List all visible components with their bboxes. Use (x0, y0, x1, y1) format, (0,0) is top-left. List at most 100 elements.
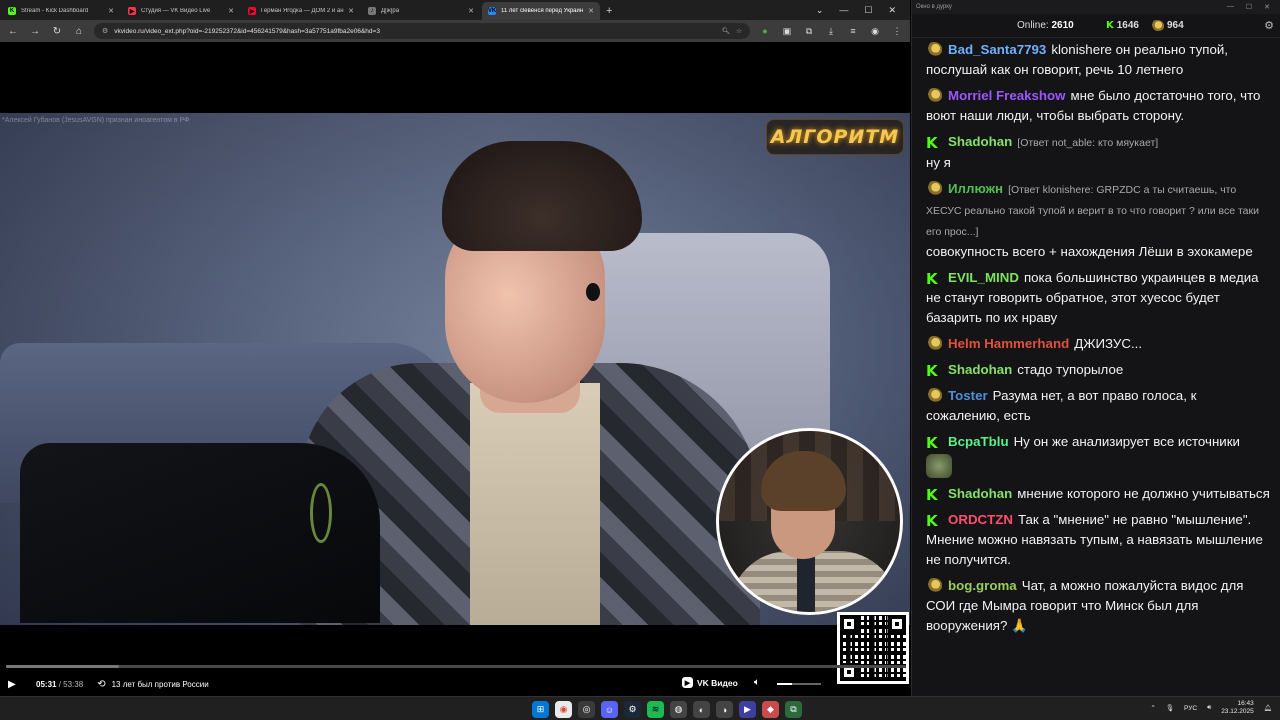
menu-kebab-icon[interactable]: ⋮ (890, 26, 904, 37)
microphone-icon[interactable]: 🎙︎ (1166, 704, 1174, 712)
chat-message: Toster Разума нет, а вот право голоса, к … (926, 386, 1271, 432)
rat-platform-icon (926, 578, 942, 592)
tab-search-icon[interactable]: ⌄ (816, 5, 824, 16)
browser-tab[interactable]: ▶ Студия — VK Видео Live ✕ (122, 2, 240, 20)
browser-tab[interactable]: VK 11 лет сleвeнся перед Украин ✕ (482, 2, 600, 20)
chat-username[interactable]: Иллюжн (948, 181, 1003, 196)
app-icon[interactable]: ▶ (739, 701, 756, 718)
chat-message: Иллюжн [Ответ klonishere: GRPZDC а ты счи… (926, 179, 1271, 268)
language-indicator[interactable]: РУС (1184, 705, 1197, 712)
maximize-button[interactable]: ☐ (864, 5, 872, 16)
chat-username[interactable]: bog.groma (948, 578, 1017, 593)
extension-badge-icon[interactable]: ▣ (780, 26, 794, 37)
seek-bar[interactable] (6, 665, 906, 668)
address-bar[interactable]: ⚙ vkvideo.ru/video_ext.php?oid=-21925237… (94, 23, 750, 39)
chrome-icon[interactable]: ◉ (555, 701, 572, 718)
chat-username[interactable]: Bad_Santa7793 (948, 42, 1046, 57)
app-icon[interactable]: ◐ (693, 701, 710, 718)
chat-titlebar: Окно в дурку — ☐ ✕ (912, 0, 1280, 14)
chat-username[interactable]: Toster (948, 388, 988, 403)
discord-icon[interactable]: ☺ (601, 701, 618, 718)
new-tab-button[interactable]: + (600, 5, 620, 20)
tab-title: 11 лет сleвeнся перед Украин (501, 8, 584, 14)
site-info-icon[interactable]: ⚙ (102, 27, 108, 35)
player-controls: ▶ 05:31 / 53:38 ⟲ 13 лет был против Росс… (0, 672, 910, 696)
app-icon[interactable]: ⧉ (785, 701, 802, 718)
rat-platform-icon (926, 88, 942, 102)
rat-count: 964 (1167, 20, 1184, 31)
tab-favicon-icon: VK (487, 7, 497, 15)
spotify-icon[interactable]: ≋ (647, 701, 664, 718)
chat-username[interactable]: BcpaTblu (948, 434, 1009, 449)
earbud (586, 283, 600, 301)
system-tray: ⌃ 🎙︎ РУС 🔊︎ 16:43 23.12.2025 🔔︎ (1150, 700, 1272, 716)
minimize-button[interactable]: — (839, 5, 848, 15)
reload-icon[interactable]: ↻ (50, 26, 64, 37)
steam-icon[interactable]: ⚙ (624, 701, 641, 718)
notification-bell-icon[interactable]: 🔔︎ (1264, 704, 1272, 712)
tab-close-icon[interactable]: ✕ (588, 7, 594, 15)
chat-message: Bad_Santa7793 klonishere он реально тупой… (926, 40, 1271, 86)
chat-message: Morriel Freakshow мне было достаточно тог… (926, 86, 1271, 132)
start-windows-icon[interactable]: ⊞ (532, 701, 549, 718)
download-icon[interactable]: ⤓ (824, 26, 838, 37)
url-text: vkvideo.ru/video_ext.php?oid=-219252372&… (114, 27, 380, 35)
minimize-button[interactable]: — (1227, 3, 1234, 11)
volume-slider[interactable] (777, 683, 821, 685)
forward-icon[interactable]: → (28, 26, 42, 37)
bookmark-star-icon[interactable]: ☆ (736, 27, 742, 35)
chat-message-text: стадо тупорылое (1017, 362, 1124, 377)
tab-favicon-icon: ▶ (248, 7, 256, 15)
browser-tab[interactable]: K Stream - Kick Dashboard ✕ (2, 2, 120, 20)
chat-message-text: ну я (926, 155, 951, 170)
extensions-puzzle-icon[interactable]: ⧉ (802, 26, 816, 37)
clock[interactable]: 16:43 23.12.2025 (1221, 700, 1254, 716)
duration: 53:38 (63, 679, 84, 689)
streamer-tshirt (470, 383, 600, 625)
chat-username[interactable]: Morriel Freakshow (948, 88, 1066, 103)
tab-close-icon[interactable]: ✕ (348, 7, 354, 15)
profile-icon[interactable]: ◉ (868, 26, 882, 37)
chat-username[interactable]: Shadohan (948, 486, 1012, 501)
browser-window: K Stream - Kick Dashboard ✕ ▶ Студия — VK Ви… (0, 0, 910, 696)
chat-username[interactable]: EVIL_MIND (948, 270, 1019, 285)
chat-message: K ORDCTZN Так а "мнение" не равно "мышлени… (926, 510, 1271, 576)
rat-platform-icon (1150, 20, 1164, 31)
extension-icon[interactable]: ● (758, 26, 772, 36)
browser-tab[interactable]: ▶ Герман Ягодка — ДОМ 2 и ан ✕ (242, 2, 360, 20)
vk-video-logo[interactable]: ▶ VK Видео (682, 677, 738, 688)
mic-light-ring (310, 483, 332, 543)
kick-count: 1646 (1116, 20, 1139, 31)
chat-username[interactable]: Helm Hammerhand (948, 336, 1069, 351)
tab-close-icon[interactable]: ✕ (228, 7, 234, 15)
app-icon[interactable]: ◍ (670, 701, 687, 718)
settings-gear-icon[interactable]: ⚙ (1264, 19, 1274, 32)
back-icon[interactable]: ← (6, 26, 20, 37)
volume-tray-icon[interactable]: 🔊︎ (1207, 704, 1211, 712)
tab-strip: K Stream - Kick Dashboard ✕ ▶ Студия — VK Ви… (0, 0, 910, 20)
maximize-button[interactable]: ☐ (1246, 3, 1252, 11)
home-icon[interactable]: ⌂ (72, 26, 86, 37)
tray-chevron-icon[interactable]: ⌃ (1150, 704, 1155, 712)
kick-platform-icon: K (926, 512, 938, 530)
close-button[interactable]: ✕ (888, 5, 896, 16)
kick-icon: K (1106, 20, 1114, 31)
browser-tab[interactable]: ♪ Д[ж]ра ✕ (362, 2, 480, 20)
tab-close-icon[interactable]: ✕ (108, 7, 114, 15)
tab-close-icon[interactable]: ✕ (468, 7, 474, 15)
chat-username[interactable]: Shadohan (948, 362, 1012, 377)
chapters-icon[interactable]: ⟲ (97, 679, 105, 690)
obs-icon[interactable]: ◎ (578, 701, 595, 718)
zoom-icon[interactable]: 🔍︎ (722, 27, 730, 35)
media-control-icon[interactable]: ≡ (846, 26, 860, 36)
video-player[interactable]: *Алексей Губанов (JesusAVGN) признан ино… (0, 42, 910, 696)
app-icon[interactable]: ◆ (762, 701, 779, 718)
play-icon[interactable]: ▶ (8, 679, 24, 690)
app-icon[interactable]: ◑ (716, 701, 733, 718)
chat-username[interactable]: Shadohan (948, 134, 1012, 149)
rat-platform-icon (926, 42, 942, 56)
chat-username[interactable]: ORDCTZN (948, 512, 1013, 527)
chapter-title[interactable]: 13 лет был против России (112, 680, 209, 689)
close-button[interactable]: ✕ (1264, 3, 1270, 11)
volume-icon[interactable]: 🔈︎ (754, 677, 760, 688)
